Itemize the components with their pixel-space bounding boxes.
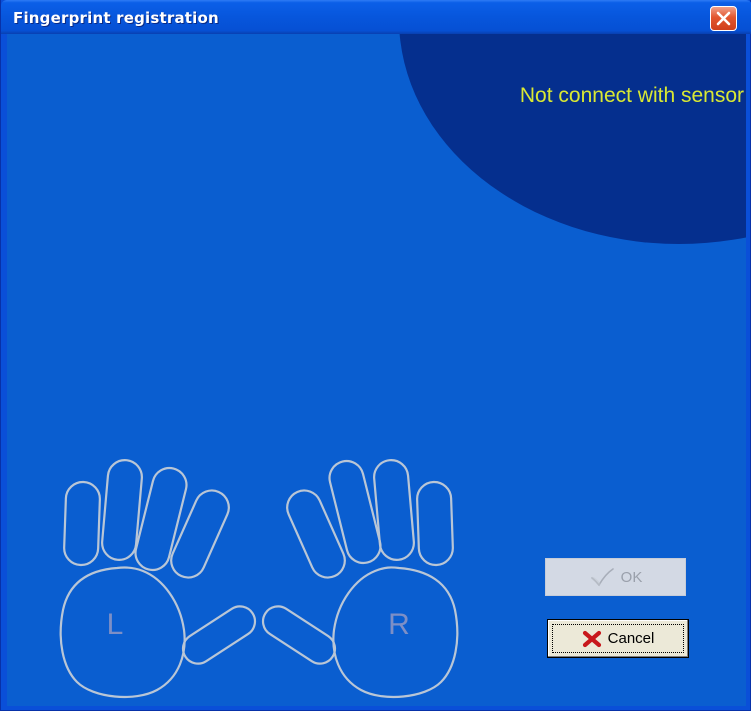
ok-button[interactable]: OK — [545, 558, 686, 596]
fingerprint-registration-window: Fingerprint registration Not connect wit… — [0, 0, 751, 711]
check-icon — [590, 568, 614, 587]
left-hand — [59, 459, 260, 699]
title-bar[interactable]: Fingerprint registration — [1, 0, 751, 34]
close-icon — [716, 11, 731, 26]
right-thumb[interactable] — [257, 601, 340, 670]
right-pinky-finger[interactable] — [416, 480, 454, 567]
hands-diagram: L R — [59, 459, 459, 699]
left-index-finger[interactable] — [166, 485, 234, 583]
ok-button-label: OK — [620, 568, 643, 586]
left-thumb[interactable] — [177, 601, 260, 670]
right-index-finger[interactable] — [282, 485, 350, 583]
cancel-button-label: Cancel — [607, 630, 655, 647]
close-button[interactable] — [710, 6, 737, 31]
cancel-button[interactable]: Cancel — [547, 619, 689, 658]
window-title: Fingerprint registration — [13, 9, 219, 27]
right-ring-finger[interactable] — [373, 459, 416, 562]
client-area: Not connect with sensor L R OK Cancel — [7, 34, 746, 706]
right-hand-label: R — [388, 608, 410, 641]
right-hand — [257, 459, 459, 699]
left-hand-label: L — [107, 608, 124, 641]
left-pinky-finger[interactable] — [63, 480, 101, 567]
red-x-icon — [582, 630, 601, 647]
